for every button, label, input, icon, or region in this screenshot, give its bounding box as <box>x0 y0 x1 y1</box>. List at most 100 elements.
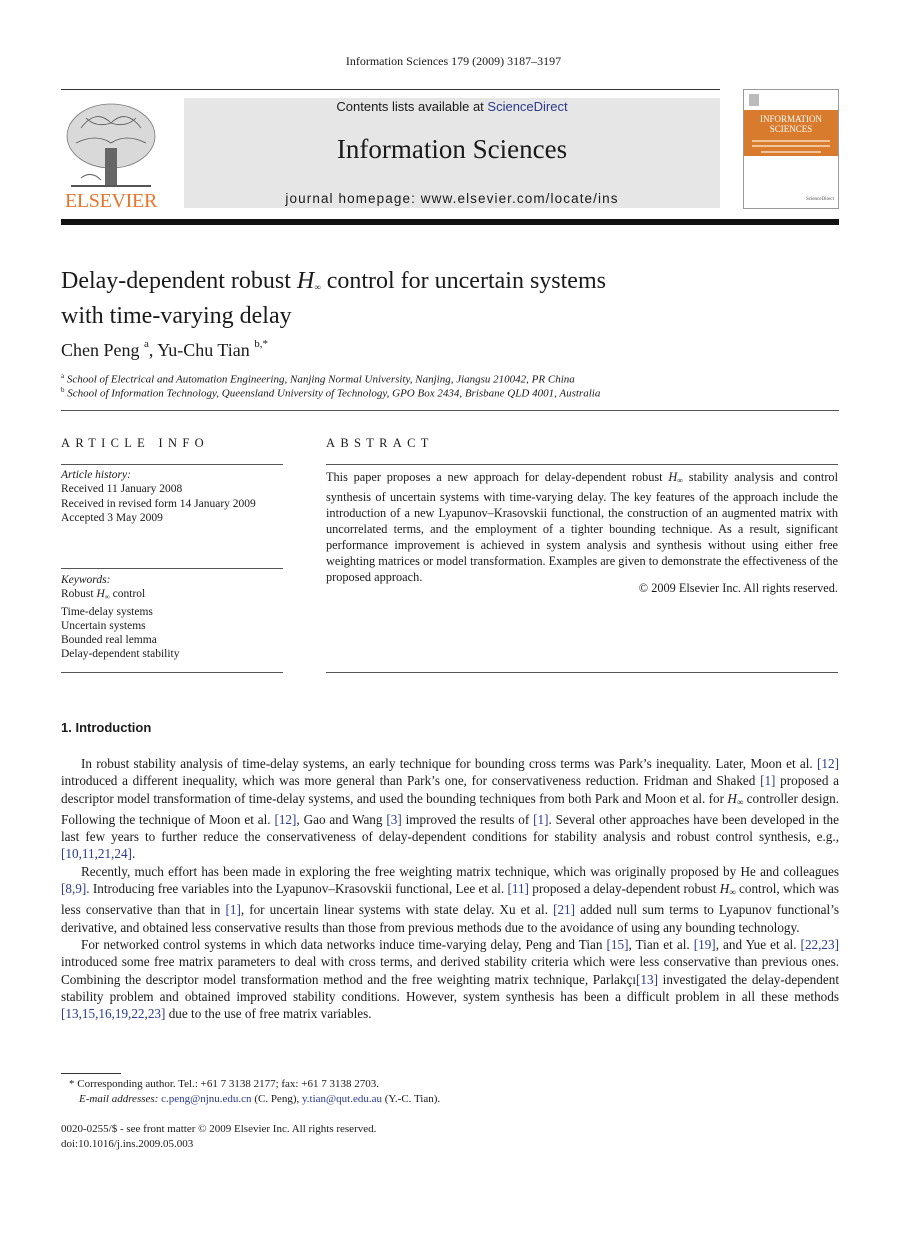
email-owner: (C. Peng), <box>251 1093 302 1105</box>
contents-prefix: Contents lists available at <box>336 99 488 114</box>
keyword-item: Uncertain systems <box>61 619 146 632</box>
title-math-h: H <box>296 268 315 294</box>
affiliation-text: School of Information Technology, Queens… <box>67 387 601 400</box>
header-thick-rule <box>61 219 839 225</box>
citation-link[interactable]: [1] <box>225 902 240 917</box>
text-run: Recently, much effort has been made in e… <box>81 863 839 879</box>
text-run: , and Yue et al. <box>715 936 801 952</box>
citation-link[interactable]: [12] <box>274 812 296 827</box>
corresponding-author-note: * Corresponding author. Tel.: +61 7 3138… <box>69 1078 379 1090</box>
author-affil-marker[interactable]: a <box>144 338 149 350</box>
title-text: control for uncertain systems <box>320 268 606 294</box>
cover-title-line2: SCIENCES <box>769 124 813 134</box>
abstract-rule <box>326 464 838 465</box>
text-run: introduced a different inequality, which… <box>61 773 761 789</box>
author-name[interactable]: Chen Peng <box>61 340 140 360</box>
email-note: E-mail addresses: c.peng@njnu.edu.cn (C.… <box>61 1093 440 1105</box>
doi[interactable]: doi:10.1016/j.ins.2009.05.003 <box>61 1138 193 1150</box>
article-info-rule <box>61 568 283 569</box>
keywords: Keywords: Robust H∞ control Time-delay s… <box>61 573 179 662</box>
footnote-rule <box>61 1073 121 1074</box>
citation-link[interactable]: [3] <box>386 812 401 827</box>
history-item: Received 11 January 2008 <box>61 483 183 496</box>
article-title: Delay-dependent robust H∞ control for un… <box>61 267 761 331</box>
elsevier-wordmark: ELSEVIER <box>64 190 158 212</box>
keyword-item: Delay-dependent stability <box>61 648 180 661</box>
affiliation-text: School of Electrical and Automation Engi… <box>66 373 575 386</box>
text-run: For networked control systems in which d… <box>81 936 607 952</box>
cover-subtitle-line <box>752 140 830 142</box>
abstract-rule <box>326 672 838 673</box>
abstract-text-part: stability analysis and control synthesis… <box>326 470 838 584</box>
cover-title: INFORMATION SCIENCES <box>744 114 838 134</box>
journal-name: Information Sciences <box>336 134 568 164</box>
inline-math: H <box>727 790 737 806</box>
citation-link[interactable]: [8,9] <box>61 881 86 896</box>
affiliation-rule <box>61 410 839 411</box>
keyword-item: Time-delay systems <box>61 605 153 618</box>
inline-math: H <box>719 881 730 897</box>
cover-footer-logo-icon: ScienceDirect <box>805 197 834 202</box>
article-history: Article history: Received 11 January 200… <box>61 468 256 525</box>
header-rule <box>61 89 720 90</box>
cover-subtitle-line <box>761 151 821 153</box>
paragraph: Recently, much effort has been made in e… <box>61 863 839 936</box>
citation-link[interactable]: [1] <box>760 773 775 788</box>
journal-homepage[interactable]: journal homepage: www.elsevier.com/locat… <box>184 191 720 206</box>
keywords-heading: Keywords: <box>61 574 111 586</box>
text-run: due to the use of free matrix variables. <box>165 1006 372 1022</box>
citation-link[interactable]: [10,11,21,24] <box>61 846 132 861</box>
text-run: , for uncertain linear systems with stat… <box>240 902 554 918</box>
citation-link[interactable]: [19] <box>694 937 716 952</box>
history-item: Accepted 3 May 2009 <box>61 511 163 524</box>
text-run: improved the results of <box>401 811 534 827</box>
front-matter-note: 0020-0255/$ - see front matter © 2009 El… <box>61 1123 377 1135</box>
title-line2: with time-varying delay <box>61 303 292 329</box>
paragraph: In robust stability analysis of time-del… <box>61 755 839 863</box>
paragraph: For networked control systems in which d… <box>61 936 839 1022</box>
keyword-item: Bounded real lemma <box>61 634 157 647</box>
contents-availability: Contents lists available at ScienceDirec… <box>184 99 720 114</box>
affiliation-marker: a <box>61 372 65 380</box>
title-text: Delay-dependent robust <box>61 268 297 294</box>
citation-link[interactable]: [1] <box>533 812 548 827</box>
article-info-rule <box>61 464 283 465</box>
citation-link[interactable]: [15] <box>606 937 628 952</box>
affiliation: a School of Electrical and Automation En… <box>61 372 575 386</box>
abstract-text: This paper proposes a new approach for d… <box>326 469 838 585</box>
sciencedirect-link[interactable]: ScienceDirect <box>487 99 567 114</box>
article-info-rule <box>61 672 283 673</box>
abstract-math-h: H <box>668 470 678 484</box>
abstract-copyright: © 2009 Elsevier Inc. All rights reserved… <box>638 581 838 595</box>
cover-subtitle-line <box>752 145 830 147</box>
citation-link[interactable]: [22,23] <box>801 937 839 952</box>
journal-cover-thumbnail: INFORMATION SCIENCES ScienceDirect <box>743 89 839 209</box>
author-affil-marker[interactable]: b,* <box>254 338 268 350</box>
text-run: . <box>131 846 136 862</box>
cover-title-line1: INFORMATION <box>759 114 822 124</box>
citation-link[interactable]: [11] <box>507 881 528 896</box>
text-run: , Tian et al. <box>628 936 694 952</box>
citation-link[interactable]: [12] <box>817 756 839 771</box>
author-list: Chen Peng a, Yu-Chu Tian b,* <box>61 338 268 361</box>
text-run: . Introducing free variables into the Ly… <box>86 881 508 897</box>
abstract-heading: ABSTRACT <box>326 436 434 450</box>
text-run: In robust stability analysis of time-del… <box>81 756 818 771</box>
affiliation: b School of Information Technology, Quee… <box>61 386 600 400</box>
citation-link[interactable]: [13,15,16,19,22,23] <box>61 1006 165 1021</box>
introduction-body: In robust stability analysis of time-del… <box>61 755 839 1022</box>
citation-link[interactable]: [13] <box>636 972 658 987</box>
author-name[interactable]: Yu-Chu Tian <box>157 340 250 360</box>
section-heading-introduction: 1. Introduction <box>61 720 152 735</box>
keyword-text: Robust <box>61 588 97 601</box>
author-separator: , <box>148 340 158 360</box>
journal-citation: Information Sciences 179 (2009) 3187–319… <box>345 54 562 68</box>
article-info-heading: ARTICLE INFO <box>61 436 209 450</box>
cover-emblem-icon <box>749 94 759 106</box>
email-link[interactable]: y.tian@qut.edu.au <box>302 1093 382 1105</box>
citation-link[interactable]: [21] <box>553 902 575 917</box>
email-label: E-mail addresses: <box>79 1093 159 1105</box>
abstract-text-part: This paper proposes a new approach for d… <box>326 470 669 484</box>
history-heading: Article history: <box>61 469 131 481</box>
email-link[interactable]: c.peng@njnu.edu.cn <box>161 1093 251 1105</box>
